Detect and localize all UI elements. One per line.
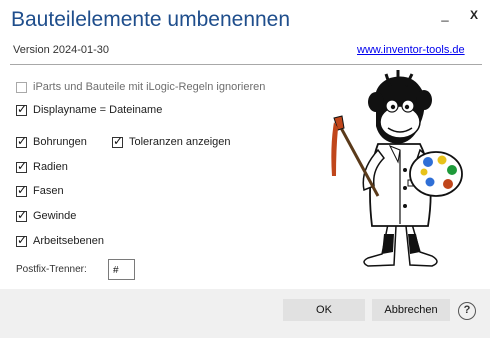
header-divider — [10, 64, 482, 65]
gewinde-label: Gewinde — [33, 210, 77, 222]
minimize-button[interactable]: _ — [434, 7, 456, 23]
checkbox-box[interactable] — [16, 81, 27, 93]
gewinde-checkbox[interactable]: ✓ Gewinde — [16, 207, 77, 223]
displayname-checkbox[interactable]: ✓ Displayname = Dateiname — [16, 101, 163, 117]
checkmark-icon: ✓ — [17, 133, 28, 148]
bohrungen-checkbox[interactable]: ✓ Bohrungen — [16, 133, 87, 149]
fasen-checkbox[interactable]: ✓ Fasen — [16, 182, 64, 198]
help-icon[interactable]: ? — [458, 302, 476, 320]
checkbox-box[interactable]: ✓ — [16, 207, 28, 222]
checkmark-icon: ✓ — [17, 182, 28, 197]
checkmark-icon: ✓ — [17, 232, 28, 247]
ignore-ilogic-checkbox[interactable]: iParts und Bauteile mit iLogic-Regeln ig… — [16, 80, 265, 94]
version-label: Version 2024-01-30 — [13, 44, 110, 56]
toleranzen-label: Toleranzen anzeigen — [129, 136, 231, 148]
checkmark-icon: ✓ — [17, 207, 28, 222]
cancel-button[interactable]: Abbrechen — [372, 299, 450, 321]
postfix-label: Postfix-Trenner: — [16, 264, 87, 275]
displayname-label: Displayname = Dateiname — [33, 104, 163, 116]
dialog-footer: OK Abbrechen ? — [0, 289, 490, 338]
arbeitsebenen-label: Arbeitsebenen — [33, 235, 104, 247]
checkbox-box[interactable]: ✓ — [16, 158, 28, 173]
radien-checkbox[interactable]: ✓ Radien — [16, 158, 68, 174]
checkbox-box[interactable]: ✓ — [112, 133, 124, 148]
close-button[interactable]: X — [463, 7, 485, 23]
monkey-painter-illustration — [331, 70, 463, 267]
checkmark-icon: ✓ — [17, 158, 28, 173]
bohrungen-label: Bohrungen — [33, 136, 87, 148]
checkmark-icon: ✓ — [113, 133, 124, 148]
checkbox-box[interactable]: ✓ — [16, 232, 28, 247]
website-link[interactable]: www.inventor-tools.de — [357, 44, 465, 56]
ignore-ilogic-label: iParts und Bauteile mit iLogic-Regeln ig… — [33, 81, 266, 93]
checkbox-box[interactable]: ✓ — [16, 182, 28, 197]
radien-label: Radien — [33, 161, 68, 173]
postfix-input[interactable] — [108, 259, 135, 280]
checkbox-box[interactable]: ✓ — [16, 101, 28, 116]
fasen-label: Fasen — [33, 185, 64, 197]
arbeitsebenen-checkbox[interactable]: ✓ Arbeitsebenen — [16, 232, 104, 248]
dialog-title: Bauteilelemente umbenennen — [11, 8, 291, 31]
ok-button[interactable]: OK — [283, 299, 365, 321]
checkmark-icon: ✓ — [17, 101, 28, 116]
toleranzen-checkbox[interactable]: ✓ Toleranzen anzeigen — [112, 133, 231, 149]
checkbox-box[interactable]: ✓ — [16, 133, 28, 148]
